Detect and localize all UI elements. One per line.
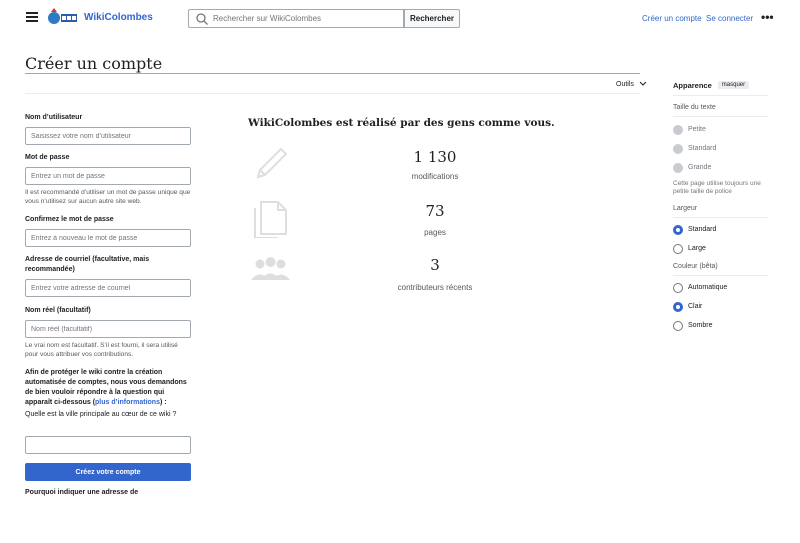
stat-label-edits: modifications [411, 172, 459, 181]
email-field[interactable] [25, 279, 191, 297]
captcha-intro: Afin de protéger le wiki contre la créat… [25, 368, 191, 408]
login-link[interactable]: Se connecter [706, 14, 753, 23]
option-label: Large [688, 245, 706, 252]
site-name[interactable]: WikiColombes [84, 12, 153, 23]
email-label: Adresse de courriel (facultative, mais r… [25, 256, 150, 273]
appearance-panel: Apparence masquer Taille du texte Petite… [673, 79, 768, 331]
width-option-large[interactable]: Large [673, 243, 768, 254]
color-option-auto[interactable]: Automatique [673, 282, 768, 293]
password-help: Il est recommandé d’utiliser un mot de p… [25, 189, 191, 205]
password-field[interactable] [25, 167, 191, 185]
radio-icon [673, 143, 683, 154]
stat-label-pages: pages [424, 228, 446, 237]
confirm-password-field[interactable] [25, 229, 191, 247]
color-title: Couleur (bêta) [673, 263, 718, 270]
edit-icon [256, 147, 288, 179]
radio-checked-icon[interactable] [673, 224, 683, 235]
color-option-light[interactable]: Clair [673, 301, 768, 312]
search-icon [196, 12, 208, 25]
tools-menu[interactable]: Outils [616, 81, 647, 88]
radio-icon [673, 162, 683, 173]
users-icon [251, 257, 290, 280]
captcha-question: Quelle est la ville principale au cœur d… [25, 411, 177, 418]
color-divider [673, 275, 768, 276]
tools-divider [25, 93, 640, 94]
stat-label-contributors: contributeurs récents [397, 283, 473, 292]
create-account-button[interactable]: Créez votre compte [25, 463, 191, 481]
site-header: WikiColombes Rechercher Créer un compte … [0, 0, 800, 36]
email-why-heading: Pourquoi indiquer une adresse de [25, 489, 139, 496]
site-logo[interactable] [47, 6, 79, 30]
confirm-password-label: Confirmez le mot de passe [25, 216, 114, 223]
option-label: Standard [688, 145, 717, 152]
realname-help: Le vrai nom est facultatif. S’il est fou… [25, 342, 178, 358]
pages-icon [254, 201, 287, 238]
search-button[interactable]: Rechercher [404, 9, 460, 28]
text-size-option-large: Grande [673, 162, 768, 173]
hide-appearance-button[interactable]: masquer [717, 81, 750, 89]
option-label: Sombre [688, 322, 713, 329]
radio-icon [673, 124, 683, 135]
chevron-down-icon [639, 81, 647, 86]
tools-label: Outils [616, 81, 634, 88]
page-title: Créer un compte [25, 54, 163, 73]
captcha-answer-field[interactable] [25, 436, 191, 454]
search-box[interactable] [188, 9, 404, 28]
realname-label: Nom réel (facultatif) [25, 307, 91, 314]
stats-title: WikiColombes est réalisé par des gens co… [248, 117, 555, 129]
option-label: Automatique [688, 284, 728, 291]
text-size-option-standard: Standard [673, 143, 768, 154]
option-label: Clair [688, 303, 703, 310]
text-size-option-small: Petite [673, 124, 768, 135]
appearance-title: Apparence [673, 80, 712, 90]
realname-field[interactable] [25, 320, 191, 338]
text-size-divider [673, 116, 768, 117]
text-size-title: Taille du texte [673, 104, 716, 111]
radio-checked-icon[interactable] [673, 301, 683, 312]
create-account-form: Nom d’utilisateur Mot de passe Il est re… [25, 113, 191, 498]
password-label: Mot de passe [25, 154, 70, 161]
radio-icon[interactable] [673, 282, 683, 293]
appearance-header: Apparence masquer [673, 79, 768, 91]
appearance-divider [673, 95, 768, 96]
captcha-more-info-link[interactable]: plus d’informations [95, 399, 160, 406]
radio-icon[interactable] [673, 320, 683, 331]
more-options-icon[interactable]: ••• [761, 11, 774, 23]
captcha-intro-end: ) : [159, 399, 167, 406]
option-label: Standard [688, 226, 717, 233]
stat-number-pages: 73 [425, 202, 445, 220]
text-size-note: Cette page utilise toujours une petite t… [673, 180, 761, 195]
width-divider [673, 217, 768, 218]
stat-number-edits: 1 130 [413, 148, 457, 166]
username-field[interactable] [25, 127, 191, 145]
option-label: Grande [688, 164, 712, 171]
width-option-standard[interactable]: Standard [673, 224, 768, 235]
stat-number-contributors: 3 [430, 256, 440, 274]
username-label: Nom d’utilisateur [25, 114, 83, 121]
option-label: Petite [688, 126, 706, 133]
create-account-link[interactable]: Créer un compte [642, 14, 702, 23]
radio-icon[interactable] [673, 243, 683, 254]
search-input[interactable] [213, 14, 393, 23]
main-menu-icon[interactable] [26, 12, 38, 22]
width-title: Largeur [673, 205, 698, 212]
title-divider [25, 73, 640, 74]
color-option-dark[interactable]: Sombre [673, 320, 768, 331]
